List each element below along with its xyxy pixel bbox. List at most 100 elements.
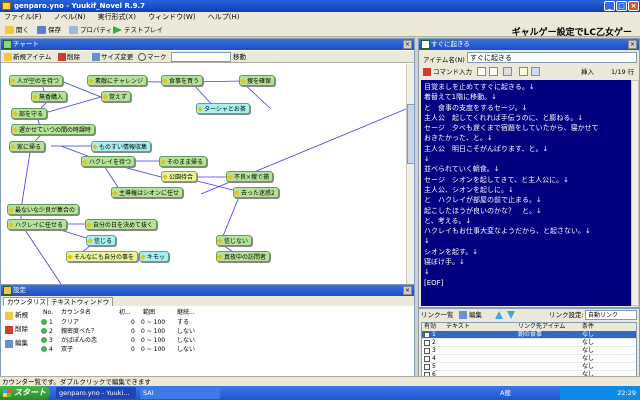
counter-row[interactable]: 3 かばぽんの恋 0 0 ~ 100 しない [41,336,241,345]
move-button[interactable]: 移動 [231,52,246,62]
cut-icon[interactable] [503,67,512,76]
paste-icon[interactable] [489,67,498,76]
link-row[interactable]: 2 なし [422,339,636,347]
taskbar-item[interactable]: SAI [140,387,220,399]
col-name: カウンタ名 [61,309,92,316]
command-input-button[interactable]: コマンド入力 [423,67,472,77]
ime-indicator[interactable]: A般 [500,388,511,398]
counter-new-button[interactable]: 新規 [5,310,28,321]
menu-help[interactable]: ヘルプ(H) [208,13,240,21]
properties-button[interactable]: プロパティ [68,25,112,35]
menu-window[interactable]: ウィンドウ(W) [148,13,195,21]
counter-edit-button[interactable]: 編集 [5,338,28,349]
status-bar: カウンター覧です。ダブルクリックで編集できます [0,376,640,386]
chart-node[interactable]: 捜を確保 [239,75,276,86]
settings-title: 設定 [13,286,26,294]
system-tray: 22:29 [560,386,640,400]
delete-item-button[interactable]: 削除 [57,52,80,62]
chart-node[interactable]: ハクレイに任せる [7,219,68,230]
link-setting-select[interactable]: 自動リンク [585,310,637,320]
copy-icon[interactable] [477,67,486,76]
replace-icon[interactable] [531,67,540,76]
chart-node[interactable]: 信じる [86,235,117,246]
delete-icon [5,326,13,334]
minimize-button[interactable]: _ [604,1,615,11]
counter-row[interactable]: 1 クリア 0 0 ~ 100 する [41,318,241,327]
chart-node[interactable]: ものすい情報収集 [91,141,152,152]
chart-node[interactable]: 信じない [216,235,253,246]
start-button[interactable]: スタート [0,386,50,400]
menu-novel[interactable]: ノベル(N) [54,13,86,21]
settings-close-button[interactable]: × [403,286,412,295]
chart-titlebar: チャート [1,39,414,50]
close-button[interactable]: × [628,1,639,11]
window-title: genparo.yno - Yuukif_Novel R.9.7 [14,2,146,10]
taskbar-item[interactable]: genparo.yno - Yuuki... [56,387,136,399]
chart-node[interactable]: 人が空のを待つ [9,75,64,86]
chart-title: チャート [13,40,39,48]
chart-node[interactable]: キモッ [139,251,170,262]
link-panel: リンク一覧 編集 リンク設定: 自動リンク 有効 テキスト リンク先アイテム 条… [418,308,640,382]
chart-node[interactable]: 真夜中の訪問者 [216,251,271,262]
link-checkbox[interactable] [424,364,430,370]
maximize-button[interactable]: □ [616,1,627,11]
chart-icon [3,40,12,49]
chart-node[interactable]: 去った迷惑2 [233,187,279,198]
chart-scroll-thumb[interactable] [407,104,415,164]
new-item-button[interactable]: 新規アイテム [3,52,51,62]
link-checkbox[interactable] [424,332,430,338]
menu-bar: ファイル(F) ノベル(N) 実行形式(X) ウィンドウ(W) ヘルプ(H) [0,12,640,23]
arrow-down-icon[interactable] [507,311,515,319]
counter-delete-button[interactable]: 削除 [5,324,28,335]
open-button[interactable]: 開く [4,25,29,35]
link-row[interactable]: 5 なし [422,363,636,371]
tab-text-window[interactable]: テキストウィンドウ [47,297,114,306]
chart-node[interactable]: 無香購入 [31,91,68,102]
chart-canvas[interactable]: 人が空のを待つ 素敵にチャレンジ 食事を買う 捜を確保 無香購入 覚えず ターシ… [1,64,406,288]
link-edit-button[interactable]: 編集 [459,310,482,320]
item-name-input[interactable]: すぐに起きる [467,52,637,63]
chart-panel: チャート × 新規アイテム 削除 サイズ変更 マーク 移動 人が空のを待つ 素敵… [0,38,415,288]
chart-node[interactable]: 自分の日を決めて抜く [85,219,158,230]
menu-export[interactable]: 実行形式(X) [98,13,136,21]
link-checkbox[interactable] [424,356,430,362]
chart-node[interactable]: 最ないな少良が集合の [7,204,80,215]
counter-row[interactable]: 4 双子 0 0 ~ 100 しない [41,345,241,354]
counter-row[interactable]: 2 親密度ベた？ 0 0 ~ 100 しない [41,327,241,336]
clock: 22:29 [617,389,636,397]
link-checkbox[interactable] [424,340,430,346]
link-checkbox[interactable] [424,348,430,354]
link-row[interactable]: 4 なし [422,355,636,363]
link-row[interactable]: 1 朝の食事 なし [422,331,636,339]
chart-node[interactable]: ハクレイを待つ [81,156,136,167]
event-text-editor[interactable]: 目覚ましを止めてすぐに起きる。↓ 着替えて1階に移動。↓ と 食事の支度をするセ… [421,80,631,306]
mark-button[interactable]: マーク [137,52,167,62]
chart-scrollbar[interactable] [406,64,415,288]
chart-node[interactable]: 素敵にチャレンジ [87,75,147,86]
chart-close-button[interactable]: × [403,40,412,49]
resize-button[interactable]: サイズ変更 [91,52,133,62]
chart-node[interactable]: 遅かせていつの間の時課時 [11,124,96,135]
chart-node[interactable]: 覚えず [101,91,132,102]
menu-file[interactable]: ファイル(F) [4,13,42,21]
chart-node[interactable]: そんなにも自分の事を [66,251,139,262]
editor-scrollbar[interactable] [631,80,639,306]
settings-tabs: カウンタリスト テキストウィンドウ [1,296,414,306]
chart-node[interactable]: 家に帰る [9,141,46,152]
chart-node[interactable]: 食事を買う [161,75,204,86]
chart-node[interactable]: ターシャとお茶 [196,103,250,114]
save-button[interactable]: 保存 [36,25,61,35]
chart-node[interactable]: そのまま帰る [159,156,208,167]
chart-node[interactable]: 公園待合 [161,171,198,182]
event-close-button[interactable]: × [628,40,637,49]
chart-node[interactable]: 不良×捜で捕 [226,171,274,182]
mark-input[interactable] [171,52,231,62]
chart-node[interactable]: 部を守る [11,108,48,119]
arrow-up-icon[interactable] [495,311,503,319]
counter-icon [41,346,47,352]
chart-node[interactable]: 主導権はシオンに任せ [111,187,184,198]
testplay-button[interactable]: テストプレイ [112,25,163,35]
link-row[interactable]: 3 なし [422,347,636,355]
link-table-header: 有効 テキスト リンク先アイテム 条件 [422,323,636,331]
find-icon[interactable] [519,67,528,76]
